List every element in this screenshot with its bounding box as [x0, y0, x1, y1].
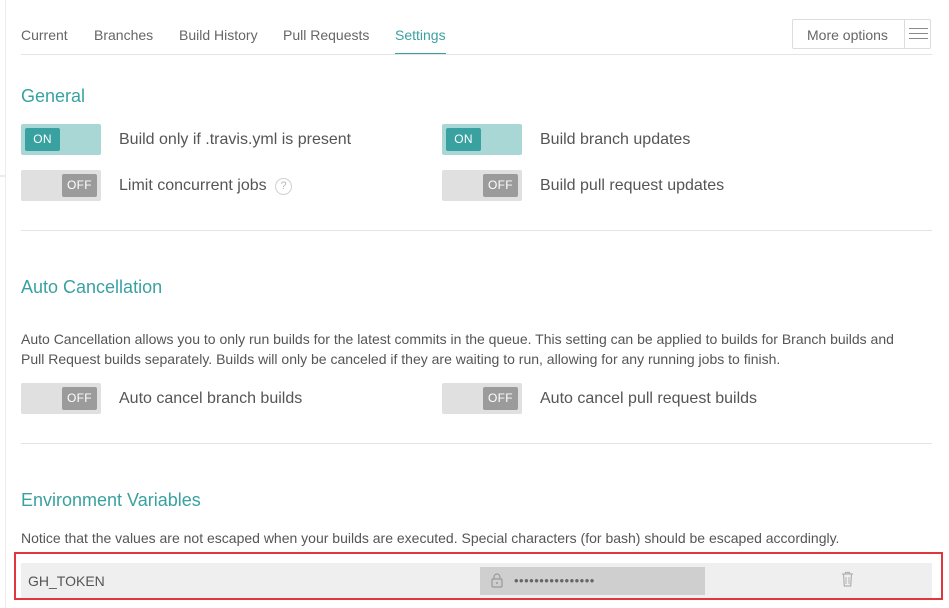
- tab-settings[interactable]: Settings: [395, 27, 446, 43]
- section-divider: [21, 230, 932, 231]
- toggle-state: OFF: [62, 174, 97, 197]
- tab-build-history[interactable]: Build History: [179, 27, 258, 43]
- left-border-mark: [0, 175, 5, 177]
- more-options-label: More options: [807, 27, 888, 43]
- build-pull-request-updates-label: Build pull request updates: [540, 177, 725, 194]
- toggle-state: OFF: [483, 387, 518, 410]
- more-options-button[interactable]: More options: [792, 19, 931, 49]
- toggle-state: OFF: [62, 387, 97, 410]
- auto-cancel-branch-builds-label: Auto cancel branch builds: [119, 390, 303, 407]
- build-only-travis-yml-toggle[interactable]: ON: [21, 124, 101, 155]
- build-branch-updates-toggle[interactable]: ON: [442, 124, 522, 155]
- toggle-state: ON: [25, 128, 60, 151]
- highlight-box: [14, 552, 943, 600]
- auto-cancel-pull-request-builds-label: Auto cancel pull request builds: [540, 390, 758, 407]
- description-line: Auto Cancellation allows you to only run…: [21, 331, 894, 347]
- limit-concurrent-jobs-toggle[interactable]: OFF: [21, 170, 101, 201]
- toggle-state: OFF: [483, 174, 518, 197]
- build-pull-request-updates-toggle[interactable]: OFF: [442, 170, 522, 201]
- auto-cancellation-description: Auto Cancellation allows you to only run…: [21, 329, 894, 369]
- environment-variables-section-title: Environment Variables: [21, 490, 201, 510]
- env-vars-notice: Notice that the values are not escaped w…: [21, 530, 840, 546]
- section-divider: [21, 443, 932, 444]
- tab-pull-requests[interactable]: Pull Requests: [283, 27, 369, 43]
- left-border: [5, 0, 6, 608]
- help-icon[interactable]: ?: [275, 178, 292, 195]
- general-section-title: General: [21, 86, 86, 106]
- hamburger-menu-icon[interactable]: [909, 28, 928, 40]
- tabs-divider: [21, 54, 932, 55]
- auto-cancel-branch-builds-toggle[interactable]: OFF: [21, 383, 101, 414]
- tab-current[interactable]: Current: [21, 27, 68, 43]
- auto-cancel-pull-request-builds-toggle[interactable]: OFF: [442, 383, 522, 414]
- more-options-separator: [904, 20, 905, 48]
- toggle-state: ON: [446, 128, 481, 151]
- description-line: Pull Request builds separately. Builds w…: [21, 351, 781, 367]
- tab-branches[interactable]: Branches: [94, 27, 153, 43]
- auto-cancellation-section-title: Auto Cancellation: [21, 277, 163, 297]
- build-only-travis-yml-label: Build only if .travis.yml is present: [119, 131, 352, 148]
- limit-concurrent-jobs-label: Limit concurrent jobs: [119, 177, 267, 194]
- build-branch-updates-label: Build branch updates: [540, 131, 691, 148]
